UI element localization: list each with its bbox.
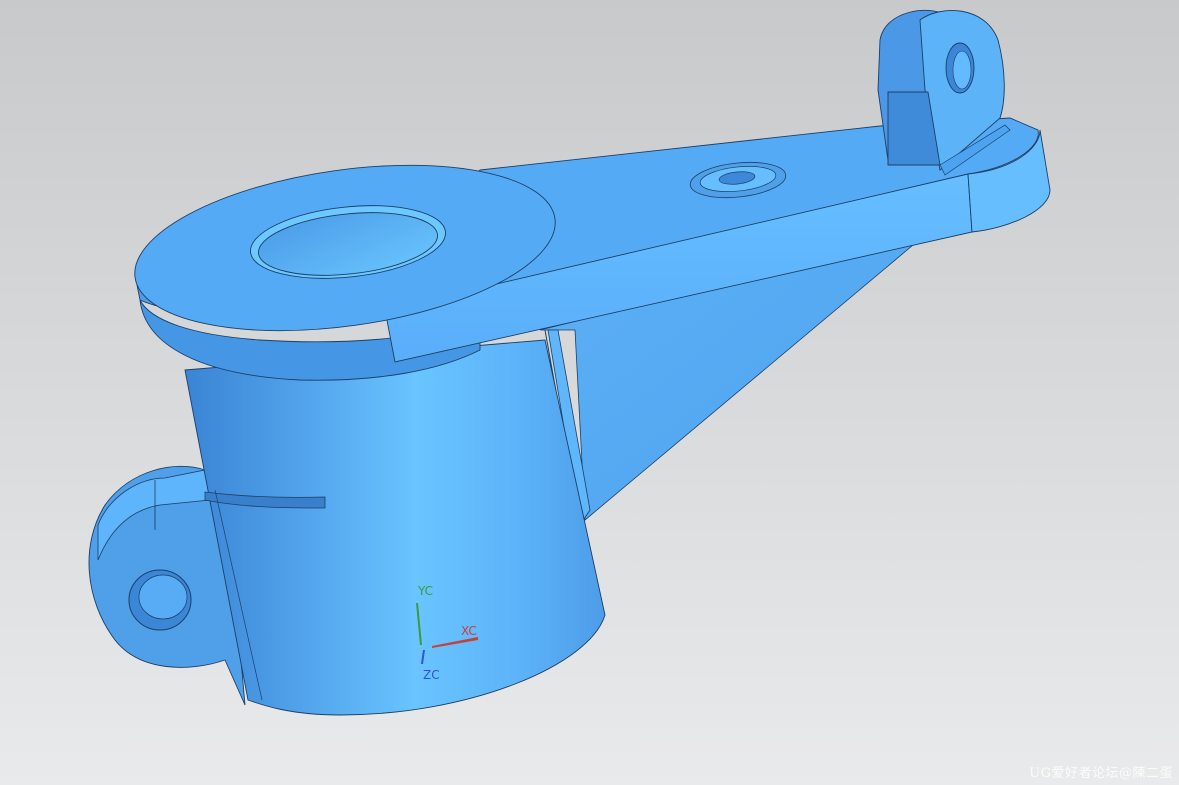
graphics-viewport[interactable]: YC XC ZC UG爱好者论坛@陳二蛋	[0, 0, 1179, 785]
part-model[interactable]: YC XC ZC	[0, 0, 1179, 785]
y-axis-label: YC	[417, 584, 433, 598]
watermark-text: UG爱好者论坛@陳二蛋	[1029, 766, 1173, 781]
x-axis-label: XC	[461, 624, 477, 638]
main-cylinder	[184, 339, 606, 716]
z-axis-label: ZC	[423, 668, 440, 682]
